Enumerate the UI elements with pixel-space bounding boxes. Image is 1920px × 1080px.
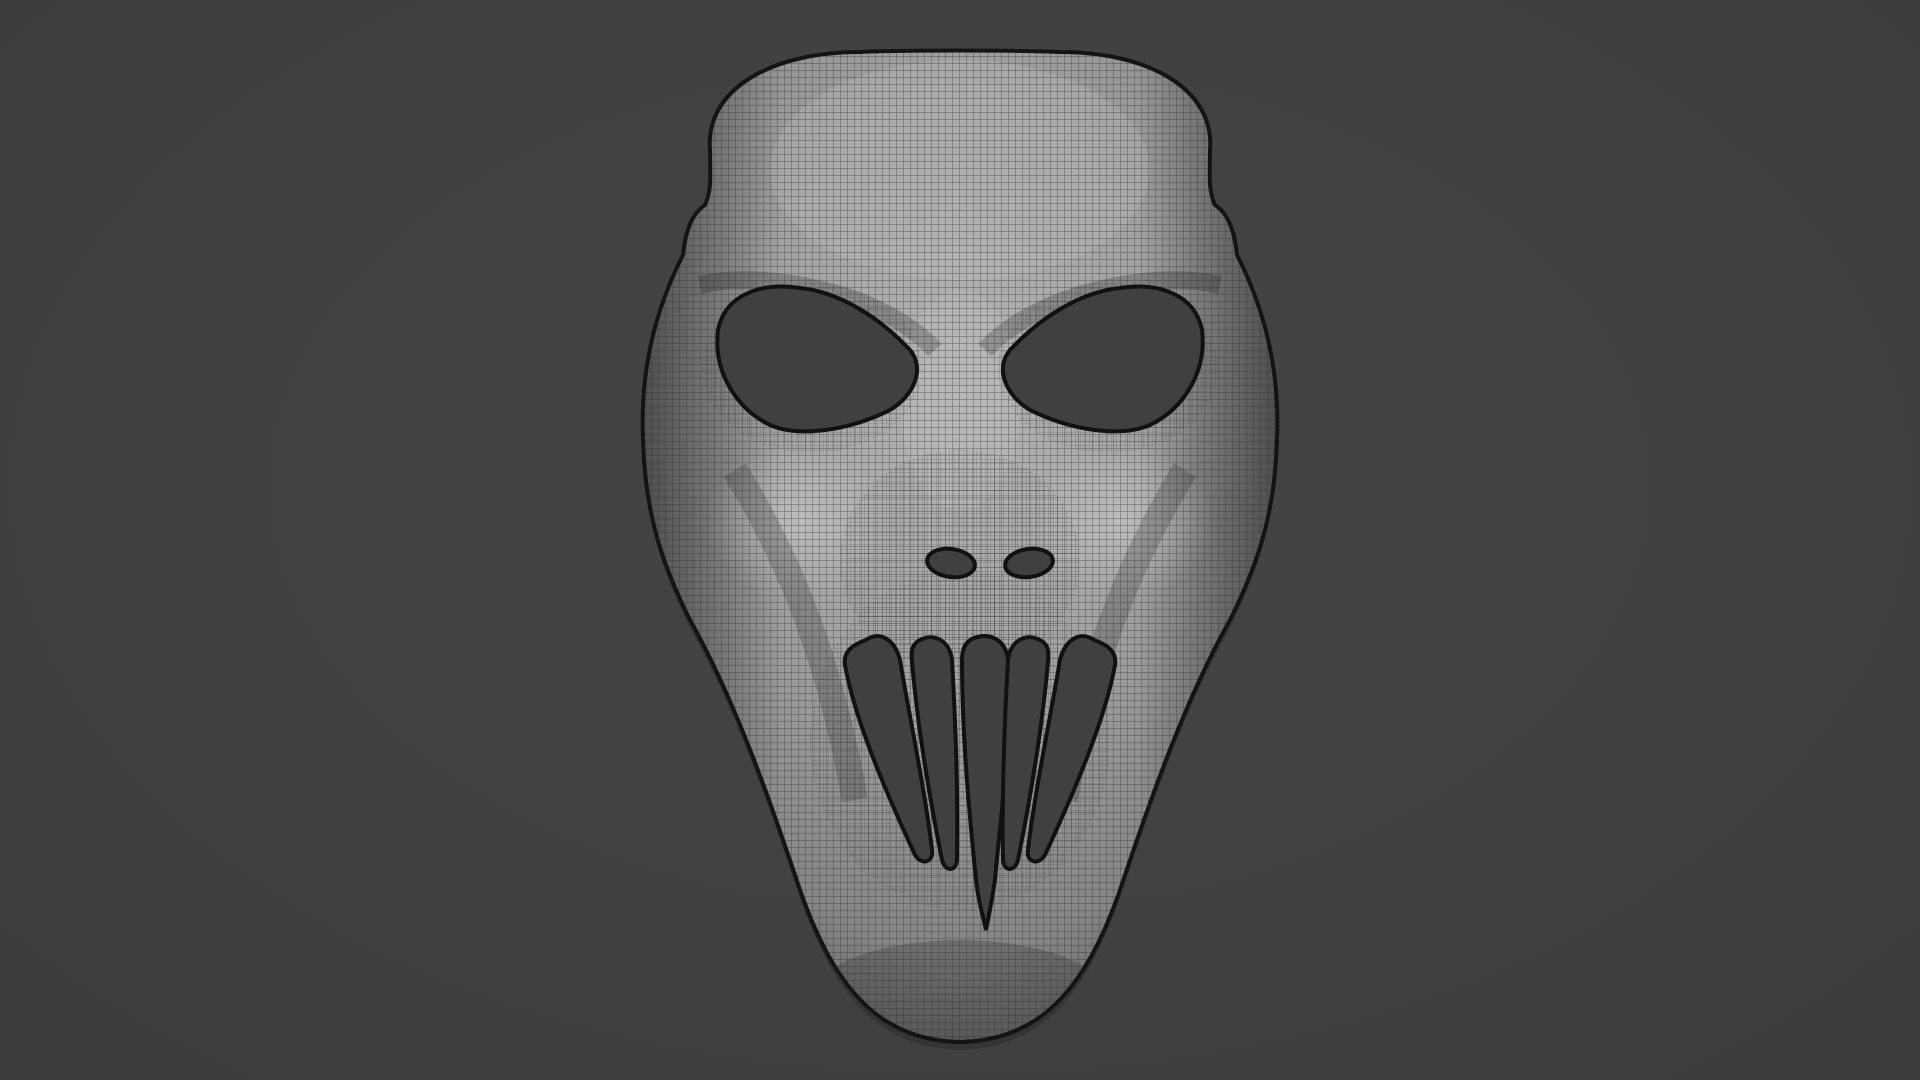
mask-render (640, 48, 1280, 1050)
3d-viewport[interactable] (0, 0, 1920, 1080)
